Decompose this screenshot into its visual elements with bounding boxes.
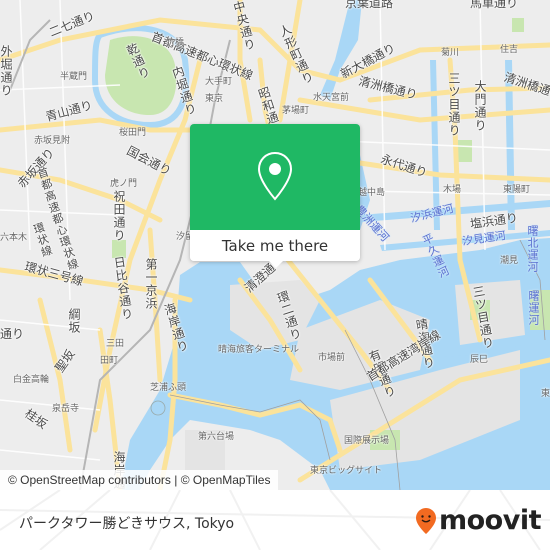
moovit-logo-text: moovit — [439, 505, 542, 536]
road-label: 通り — [0, 327, 25, 341]
moovit-logo[interactable]: moovit — [415, 505, 542, 536]
place-label: 大手町 — [205, 77, 233, 87]
place-label: 芝浦ふ頭 — [150, 383, 187, 393]
place-label: 六本木 — [0, 233, 28, 243]
place-label: 潮見 — [500, 256, 519, 266]
place-label: 東京ビッグサイト — [310, 466, 383, 476]
place-label: 東雲 — [541, 389, 550, 399]
map-view[interactable]: 二七通り 首都高速都心環状線 中央通り 人形町通り 京葉道路 馬車通り 外堀通り… — [0, 0, 550, 490]
take-me-there-button[interactable]: Take me there — [190, 230, 360, 261]
moovit-pin-icon — [416, 507, 436, 534]
place-label: 竹橋 — [166, 38, 185, 48]
location-title: パークタワー勝どきサウス, Tokyo — [19, 516, 235, 532]
popup-tail — [268, 260, 284, 268]
place-label: 市場前 — [318, 353, 346, 363]
place-label: 半蔵門 — [60, 72, 88, 82]
road-label: 京葉道路 — [345, 0, 394, 10]
place-label: 水天宮前 — [313, 93, 350, 103]
road-label: 祝田通り — [112, 190, 126, 242]
place-label: 辰巳 — [470, 355, 489, 365]
place-label: 東陽町 — [503, 185, 531, 195]
place-label: 桜田門 — [119, 128, 147, 138]
map-attribution[interactable]: © OpenStreetMap contributors | © OpenMap… — [0, 470, 279, 490]
road-label: 大門通り — [473, 80, 487, 132]
place-label: 第六台場 — [198, 432, 235, 442]
place-label: 田町 — [100, 356, 119, 366]
water-label: 曙運河 — [527, 290, 540, 326]
road-label: 外堀通り — [0, 45, 13, 97]
map-pin-icon — [257, 151, 293, 201]
place-label: 泉岳寺 — [52, 404, 80, 414]
road-label: 三ツ目通り — [447, 72, 461, 137]
place-label: 茅場町 — [282, 106, 310, 116]
road-label: 綱坂 — [67, 308, 81, 334]
place-label: 赤坂見附 — [34, 136, 71, 146]
popup-header — [190, 124, 360, 230]
place-label: 国際展示場 — [344, 436, 390, 446]
place-label: 木場 — [443, 185, 462, 195]
place-label: 越中島 — [358, 188, 386, 198]
location-popup: Take me there — [190, 124, 360, 268]
road-label: 第一京浜 — [144, 258, 158, 310]
place-label: 三田 — [106, 339, 125, 349]
place-label: 東京 — [205, 94, 224, 104]
place-label: 住吉 — [500, 45, 519, 55]
place-label: 晴海旅客ターミナル — [218, 345, 300, 355]
place-label: 菊川 — [441, 48, 460, 58]
place-label: 白金高輪 — [13, 375, 50, 385]
place-label: 虎ノ門 — [110, 179, 138, 189]
road-label: 馬車通り — [470, 0, 519, 10]
water-label: 曙北運河 — [526, 225, 539, 273]
